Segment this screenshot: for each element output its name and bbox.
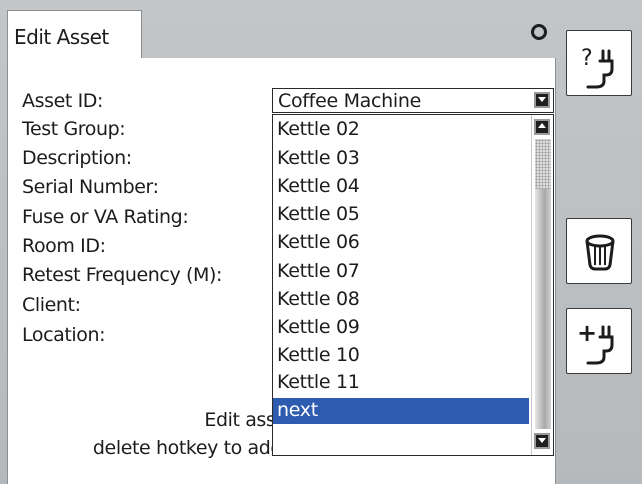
label-serial-number: Serial Number: bbox=[22, 176, 159, 198]
list-item[interactable]: Kettle 03 bbox=[277, 147, 360, 169]
list-item[interactable]: Kettle 10 bbox=[277, 344, 360, 366]
list-item[interactable]: Kettle 11 bbox=[277, 371, 360, 393]
chevron-down-icon[interactable] bbox=[534, 92, 550, 108]
label-location: Location: bbox=[22, 324, 106, 346]
label-retest-frequency: Retest Frequency (M): bbox=[22, 264, 222, 286]
list-item[interactable]: Kettle 07 bbox=[277, 260, 360, 282]
device-screen: Edit Asset Asset ID: Test Group: Descrip… bbox=[0, 0, 642, 484]
tab-edit-asset[interactable]: Edit Asset bbox=[7, 10, 142, 58]
list-item[interactable]: Kettle 06 bbox=[277, 231, 360, 253]
list-item[interactable]: Kettle 09 bbox=[277, 316, 360, 338]
asset-id-select[interactable]: Coffee Machine bbox=[272, 88, 554, 113]
trash-icon bbox=[585, 234, 615, 271]
label-asset-id: Asset ID: bbox=[22, 90, 104, 112]
help-plug-icon: ? bbox=[581, 46, 614, 89]
label-client: Client: bbox=[22, 294, 81, 316]
svg-text:+: + bbox=[577, 319, 597, 347]
scrollbar-track-fill bbox=[535, 189, 551, 429]
svg-text:?: ? bbox=[581, 46, 593, 71]
label-test-group: Test Group: bbox=[22, 118, 126, 140]
delete-button[interactable] bbox=[566, 218, 632, 284]
label-room-id: Room ID: bbox=[22, 235, 106, 257]
scroll-down-icon[interactable] bbox=[534, 433, 550, 449]
label-fuse-rating: Fuse or VA Rating: bbox=[22, 206, 189, 228]
scrollbar-thumb[interactable] bbox=[535, 139, 551, 189]
add-asset-button[interactable]: + bbox=[566, 308, 632, 374]
asset-id-dropdown-list[interactable]: Kettle 02 Kettle 03 Kettle 04 Kettle 05 … bbox=[272, 114, 554, 456]
list-item[interactable]: Kettle 02 bbox=[277, 118, 360, 140]
help-button[interactable]: ? bbox=[566, 30, 632, 96]
scroll-up-icon[interactable] bbox=[534, 119, 550, 135]
status-indicator-icon bbox=[531, 24, 547, 40]
list-item-selected[interactable]: next bbox=[273, 398, 529, 424]
label-description: Description: bbox=[22, 147, 132, 169]
list-item[interactable]: Kettle 04 bbox=[277, 175, 360, 197]
list-item[interactable]: Kettle 08 bbox=[277, 288, 360, 310]
dropdown-scrollbar[interactable] bbox=[531, 115, 553, 455]
tab-title: Edit Asset bbox=[14, 25, 109, 49]
add-plug-icon: + bbox=[577, 319, 614, 365]
asset-id-value: Coffee Machine bbox=[278, 90, 422, 112]
list-item[interactable]: Kettle 05 bbox=[277, 203, 360, 225]
